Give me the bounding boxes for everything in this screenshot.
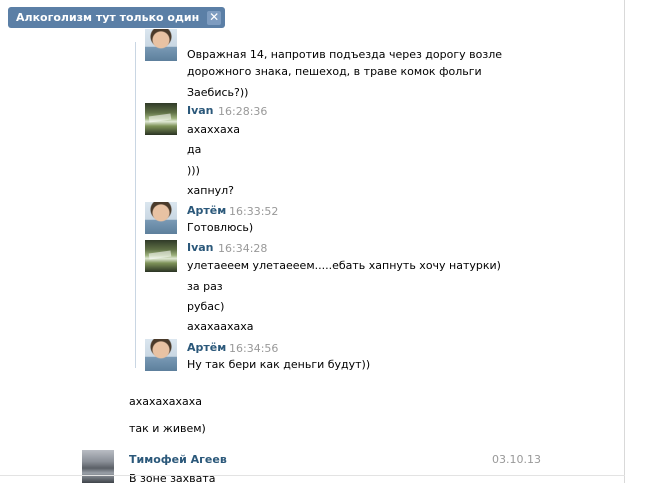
filter-tag-label: Алкоголизм тут только один bbox=[16, 11, 200, 24]
message-line: Готовлюсь) bbox=[187, 221, 254, 234]
message-line: Ну так бери как деньги будут)) bbox=[187, 358, 371, 371]
message-line: улетаееем улетаееем.....ебать хапнуть хо… bbox=[187, 259, 501, 272]
message-preview: В зоне захвата bbox=[129, 472, 216, 483]
message-date: 03.10.13 bbox=[492, 453, 541, 466]
message-time: 16:34:28 bbox=[218, 242, 268, 255]
message-line: так и живем) bbox=[129, 422, 206, 435]
ivan-avatar[interactable] bbox=[145, 240, 177, 272]
search-filter-tag[interactable]: Алкоголизм тут только один ✕ bbox=[8, 7, 226, 28]
message-line: ))) bbox=[187, 164, 200, 177]
artem-avatar[interactable] bbox=[145, 202, 177, 234]
message-line: да bbox=[187, 143, 202, 156]
message-line: ахаххаха bbox=[187, 123, 241, 136]
message-line: рубас) bbox=[187, 300, 225, 313]
artem-avatar[interactable] bbox=[145, 339, 177, 371]
message-author[interactable]: Ivan bbox=[187, 104, 214, 117]
message-line: ахахахахаха bbox=[129, 395, 202, 408]
content-right-border bbox=[624, 0, 625, 483]
divider bbox=[0, 475, 625, 476]
message-author[interactable]: Артём bbox=[187, 204, 226, 217]
forwarded-messages-line bbox=[135, 42, 136, 368]
message-author[interactable]: Ivan bbox=[187, 241, 214, 254]
message-line: Овражная 14, напротив подъезда через дор… bbox=[187, 48, 502, 61]
ivan-avatar[interactable] bbox=[145, 103, 177, 135]
message-time: 16:28:36 bbox=[218, 105, 268, 118]
message-line: Заебись?)) bbox=[187, 86, 249, 99]
message-author[interactable]: Артём bbox=[187, 341, 226, 354]
message-time: 16:33:52 bbox=[229, 205, 279, 218]
artem-avatar[interactable] bbox=[145, 29, 177, 61]
message-time: 16:34:56 bbox=[229, 342, 279, 355]
timofey-avatar[interactable] bbox=[82, 450, 114, 483]
message-line: хапнул? bbox=[187, 184, 235, 197]
message-line: дорожного знака, пешеход, в траве комок … bbox=[187, 65, 482, 78]
message-line: ахахаахаха bbox=[187, 320, 254, 333]
close-icon[interactable]: ✕ bbox=[207, 10, 222, 25]
message-line: за раз bbox=[187, 280, 223, 293]
message-author[interactable]: Тимофей Агеев bbox=[129, 453, 227, 466]
